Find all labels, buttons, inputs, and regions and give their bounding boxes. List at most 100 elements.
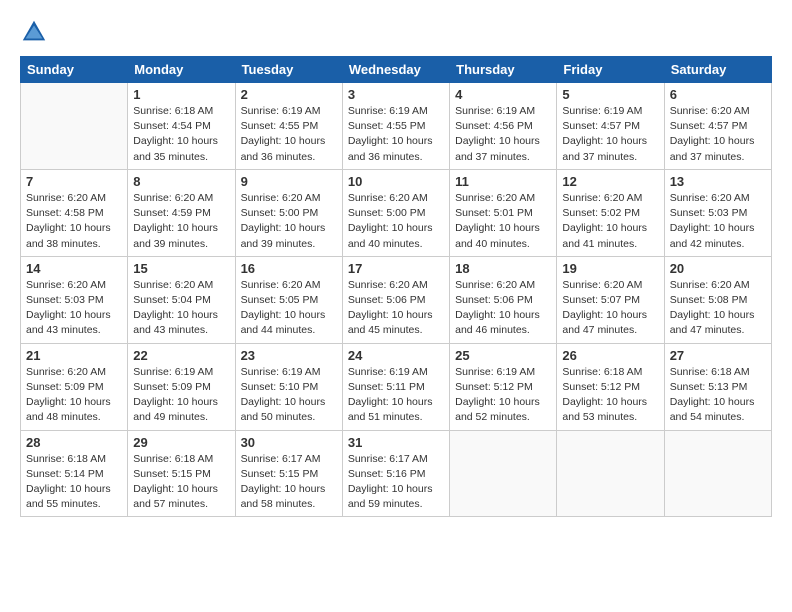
day-number: 6 bbox=[670, 87, 766, 102]
sun-info: Sunrise: 6:20 AMSunset: 5:05 PMDaylight:… bbox=[241, 278, 337, 339]
sun-info: Sunrise: 6:20 AMSunset: 5:00 PMDaylight:… bbox=[241, 191, 337, 252]
day-number: 5 bbox=[562, 87, 658, 102]
day-number: 10 bbox=[348, 174, 444, 189]
calendar-cell: 30 Sunrise: 6:17 AMSunset: 5:15 PMDayligh… bbox=[235, 430, 342, 517]
day-number: 20 bbox=[670, 261, 766, 276]
calendar-cell: 18Sunrise: 6:20 AMSunset: 5:06 PMDayligh… bbox=[450, 256, 557, 343]
calendar-cell: 10 Sunrise: 6:20 AMSunset: 5:00 PMDayligh… bbox=[342, 169, 449, 256]
calendar-cell: 27 Sunrise: 6:18 AMSunset: 5:13 PMDayligh… bbox=[664, 343, 771, 430]
day-number: 29 bbox=[133, 435, 229, 450]
calendar-cell: 11 Sunrise: 6:20 AMSunset: 5:01 PMDayligh… bbox=[450, 169, 557, 256]
calendar-cell: 24 Sunrise: 6:19 AMSunset: 5:11 PMDayligh… bbox=[342, 343, 449, 430]
day-number: 8 bbox=[133, 174, 229, 189]
calendar-cell bbox=[664, 430, 771, 517]
day-number: 18 bbox=[455, 261, 551, 276]
calendar-cell: 6 Sunrise: 6:20 AMSunset: 4:57 PMDaylight… bbox=[664, 83, 771, 170]
day-header-friday: Friday bbox=[557, 57, 664, 83]
calendar-cell: 9 Sunrise: 6:20 AMSunset: 5:00 PMDaylight… bbox=[235, 169, 342, 256]
day-header-thursday: Thursday bbox=[450, 57, 557, 83]
sun-info: Sunrise: 6:19 AMSunset: 5:12 PMDaylight:… bbox=[455, 365, 551, 426]
day-number: 9 bbox=[241, 174, 337, 189]
logo-icon bbox=[20, 18, 48, 46]
week-row-3: 21 Sunrise: 6:20 AMSunset: 5:09 PMDayligh… bbox=[21, 343, 772, 430]
sun-info: Sunrise: 6:19 AMSunset: 4:56 PMDaylight:… bbox=[455, 104, 551, 165]
day-header-saturday: Saturday bbox=[664, 57, 771, 83]
day-number: 24 bbox=[348, 348, 444, 363]
day-header-wednesday: Wednesday bbox=[342, 57, 449, 83]
calendar-table: SundayMondayTuesdayWednesdayThursdayFrid… bbox=[20, 56, 772, 517]
calendar-cell: 2 Sunrise: 6:19 AMSunset: 4:55 PMDaylight… bbox=[235, 83, 342, 170]
sun-info: Sunrise: 6:18 AMSunset: 4:54 PMDaylight:… bbox=[133, 104, 229, 165]
day-number: 23 bbox=[241, 348, 337, 363]
sun-info: Sunrise: 6:20 AMSunset: 5:04 PMDaylight:… bbox=[133, 278, 229, 339]
sun-info: Sunrise: 6:17 AMSunset: 5:16 PMDaylight:… bbox=[348, 452, 444, 513]
calendar-cell: 3Sunrise: 6:19 AMSunset: 4:55 PMDaylight… bbox=[342, 83, 449, 170]
sun-info: Sunrise: 6:20 AMSunset: 5:06 PMDaylight:… bbox=[348, 278, 444, 339]
sun-info: Sunrise: 6:17 AMSunset: 5:15 PMDaylight:… bbox=[241, 452, 337, 513]
day-number: 25 bbox=[455, 348, 551, 363]
sun-info: Sunrise: 6:20 AMSunset: 5:09 PMDaylight:… bbox=[26, 365, 122, 426]
sun-info: Sunrise: 6:20 AMSunset: 5:03 PMDaylight:… bbox=[670, 191, 766, 252]
day-number: 31 bbox=[348, 435, 444, 450]
day-number: 11 bbox=[455, 174, 551, 189]
day-number: 27 bbox=[670, 348, 766, 363]
calendar-cell: 19 Sunrise: 6:20 AMSunset: 5:07 PMDayligh… bbox=[557, 256, 664, 343]
sun-info: Sunrise: 6:19 AMSunset: 4:57 PMDaylight:… bbox=[562, 104, 658, 165]
day-number: 4 bbox=[455, 87, 551, 102]
calendar-cell: 13 Sunrise: 6:20 AMSunset: 5:03 PMDayligh… bbox=[664, 169, 771, 256]
calendar-cell: 22 Sunrise: 6:19 AMSunset: 5:09 PMDayligh… bbox=[128, 343, 235, 430]
day-number: 2 bbox=[241, 87, 337, 102]
calendar-cell: 21 Sunrise: 6:20 AMSunset: 5:09 PMDayligh… bbox=[21, 343, 128, 430]
sun-info: Sunrise: 6:19 AMSunset: 5:11 PMDaylight:… bbox=[348, 365, 444, 426]
calendar-cell bbox=[557, 430, 664, 517]
logo bbox=[20, 18, 50, 46]
sun-info: Sunrise: 6:20 AMSunset: 4:57 PMDaylight:… bbox=[670, 104, 766, 165]
day-number: 7 bbox=[26, 174, 122, 189]
week-row-4: 28Sunrise: 6:18 AMSunset: 5:14 PMDayligh… bbox=[21, 430, 772, 517]
calendar-cell: 12Sunrise: 6:20 AMSunset: 5:02 PMDayligh… bbox=[557, 169, 664, 256]
day-number: 14 bbox=[26, 261, 122, 276]
sun-info: Sunrise: 6:19 AMSunset: 4:55 PMDaylight:… bbox=[241, 104, 337, 165]
calendar-cell: 17 Sunrise: 6:20 AMSunset: 5:06 PMDayligh… bbox=[342, 256, 449, 343]
calendar-cell: 5 Sunrise: 6:19 AMSunset: 4:57 PMDaylight… bbox=[557, 83, 664, 170]
calendar-cell: 1 Sunrise: 6:18 AMSunset: 4:54 PMDaylight… bbox=[128, 83, 235, 170]
calendar-cell: 28Sunrise: 6:18 AMSunset: 5:14 PMDayligh… bbox=[21, 430, 128, 517]
sun-info: Sunrise: 6:18 AMSunset: 5:15 PMDaylight:… bbox=[133, 452, 229, 513]
calendar-cell: 7Sunrise: 6:20 AMSunset: 4:58 PMDaylight… bbox=[21, 169, 128, 256]
sun-info: Sunrise: 6:18 AMSunset: 5:12 PMDaylight:… bbox=[562, 365, 658, 426]
day-number: 16 bbox=[241, 261, 337, 276]
week-row-0: 1 Sunrise: 6:18 AMSunset: 4:54 PMDaylight… bbox=[21, 83, 772, 170]
calendar-cell: 4 Sunrise: 6:19 AMSunset: 4:56 PMDaylight… bbox=[450, 83, 557, 170]
sun-info: Sunrise: 6:20 AMSunset: 5:03 PMDaylight:… bbox=[26, 278, 122, 339]
calendar-cell: 31 Sunrise: 6:17 AMSunset: 5:16 PMDayligh… bbox=[342, 430, 449, 517]
calendar-page: SundayMondayTuesdayWednesdayThursdayFrid… bbox=[0, 0, 792, 527]
sun-info: Sunrise: 6:20 AMSunset: 5:07 PMDaylight:… bbox=[562, 278, 658, 339]
calendar-cell: 14 Sunrise: 6:20 AMSunset: 5:03 PMDayligh… bbox=[21, 256, 128, 343]
header bbox=[20, 18, 772, 46]
day-number: 22 bbox=[133, 348, 229, 363]
day-number: 17 bbox=[348, 261, 444, 276]
day-number: 30 bbox=[241, 435, 337, 450]
header-row: SundayMondayTuesdayWednesdayThursdayFrid… bbox=[21, 57, 772, 83]
sun-info: Sunrise: 6:20 AMSunset: 5:02 PMDaylight:… bbox=[562, 191, 658, 252]
sun-info: Sunrise: 6:18 AMSunset: 5:14 PMDaylight:… bbox=[26, 452, 122, 513]
day-header-tuesday: Tuesday bbox=[235, 57, 342, 83]
calendar-cell bbox=[21, 83, 128, 170]
day-header-monday: Monday bbox=[128, 57, 235, 83]
sun-info: Sunrise: 6:18 AMSunset: 5:13 PMDaylight:… bbox=[670, 365, 766, 426]
sun-info: Sunrise: 6:20 AMSunset: 5:01 PMDaylight:… bbox=[455, 191, 551, 252]
day-number: 13 bbox=[670, 174, 766, 189]
sun-info: Sunrise: 6:19 AMSunset: 4:55 PMDaylight:… bbox=[348, 104, 444, 165]
week-row-2: 14 Sunrise: 6:20 AMSunset: 5:03 PMDayligh… bbox=[21, 256, 772, 343]
day-number: 1 bbox=[133, 87, 229, 102]
sun-info: Sunrise: 6:19 AMSunset: 5:10 PMDaylight:… bbox=[241, 365, 337, 426]
day-number: 21 bbox=[26, 348, 122, 363]
calendar-cell: 20Sunrise: 6:20 AMSunset: 5:08 PMDayligh… bbox=[664, 256, 771, 343]
calendar-cell bbox=[450, 430, 557, 517]
day-number: 15 bbox=[133, 261, 229, 276]
calendar-cell: 15 Sunrise: 6:20 AMSunset: 5:04 PMDayligh… bbox=[128, 256, 235, 343]
day-number: 26 bbox=[562, 348, 658, 363]
sun-info: Sunrise: 6:19 AMSunset: 5:09 PMDaylight:… bbox=[133, 365, 229, 426]
day-number: 19 bbox=[562, 261, 658, 276]
sun-info: Sunrise: 6:20 AMSunset: 5:00 PMDaylight:… bbox=[348, 191, 444, 252]
